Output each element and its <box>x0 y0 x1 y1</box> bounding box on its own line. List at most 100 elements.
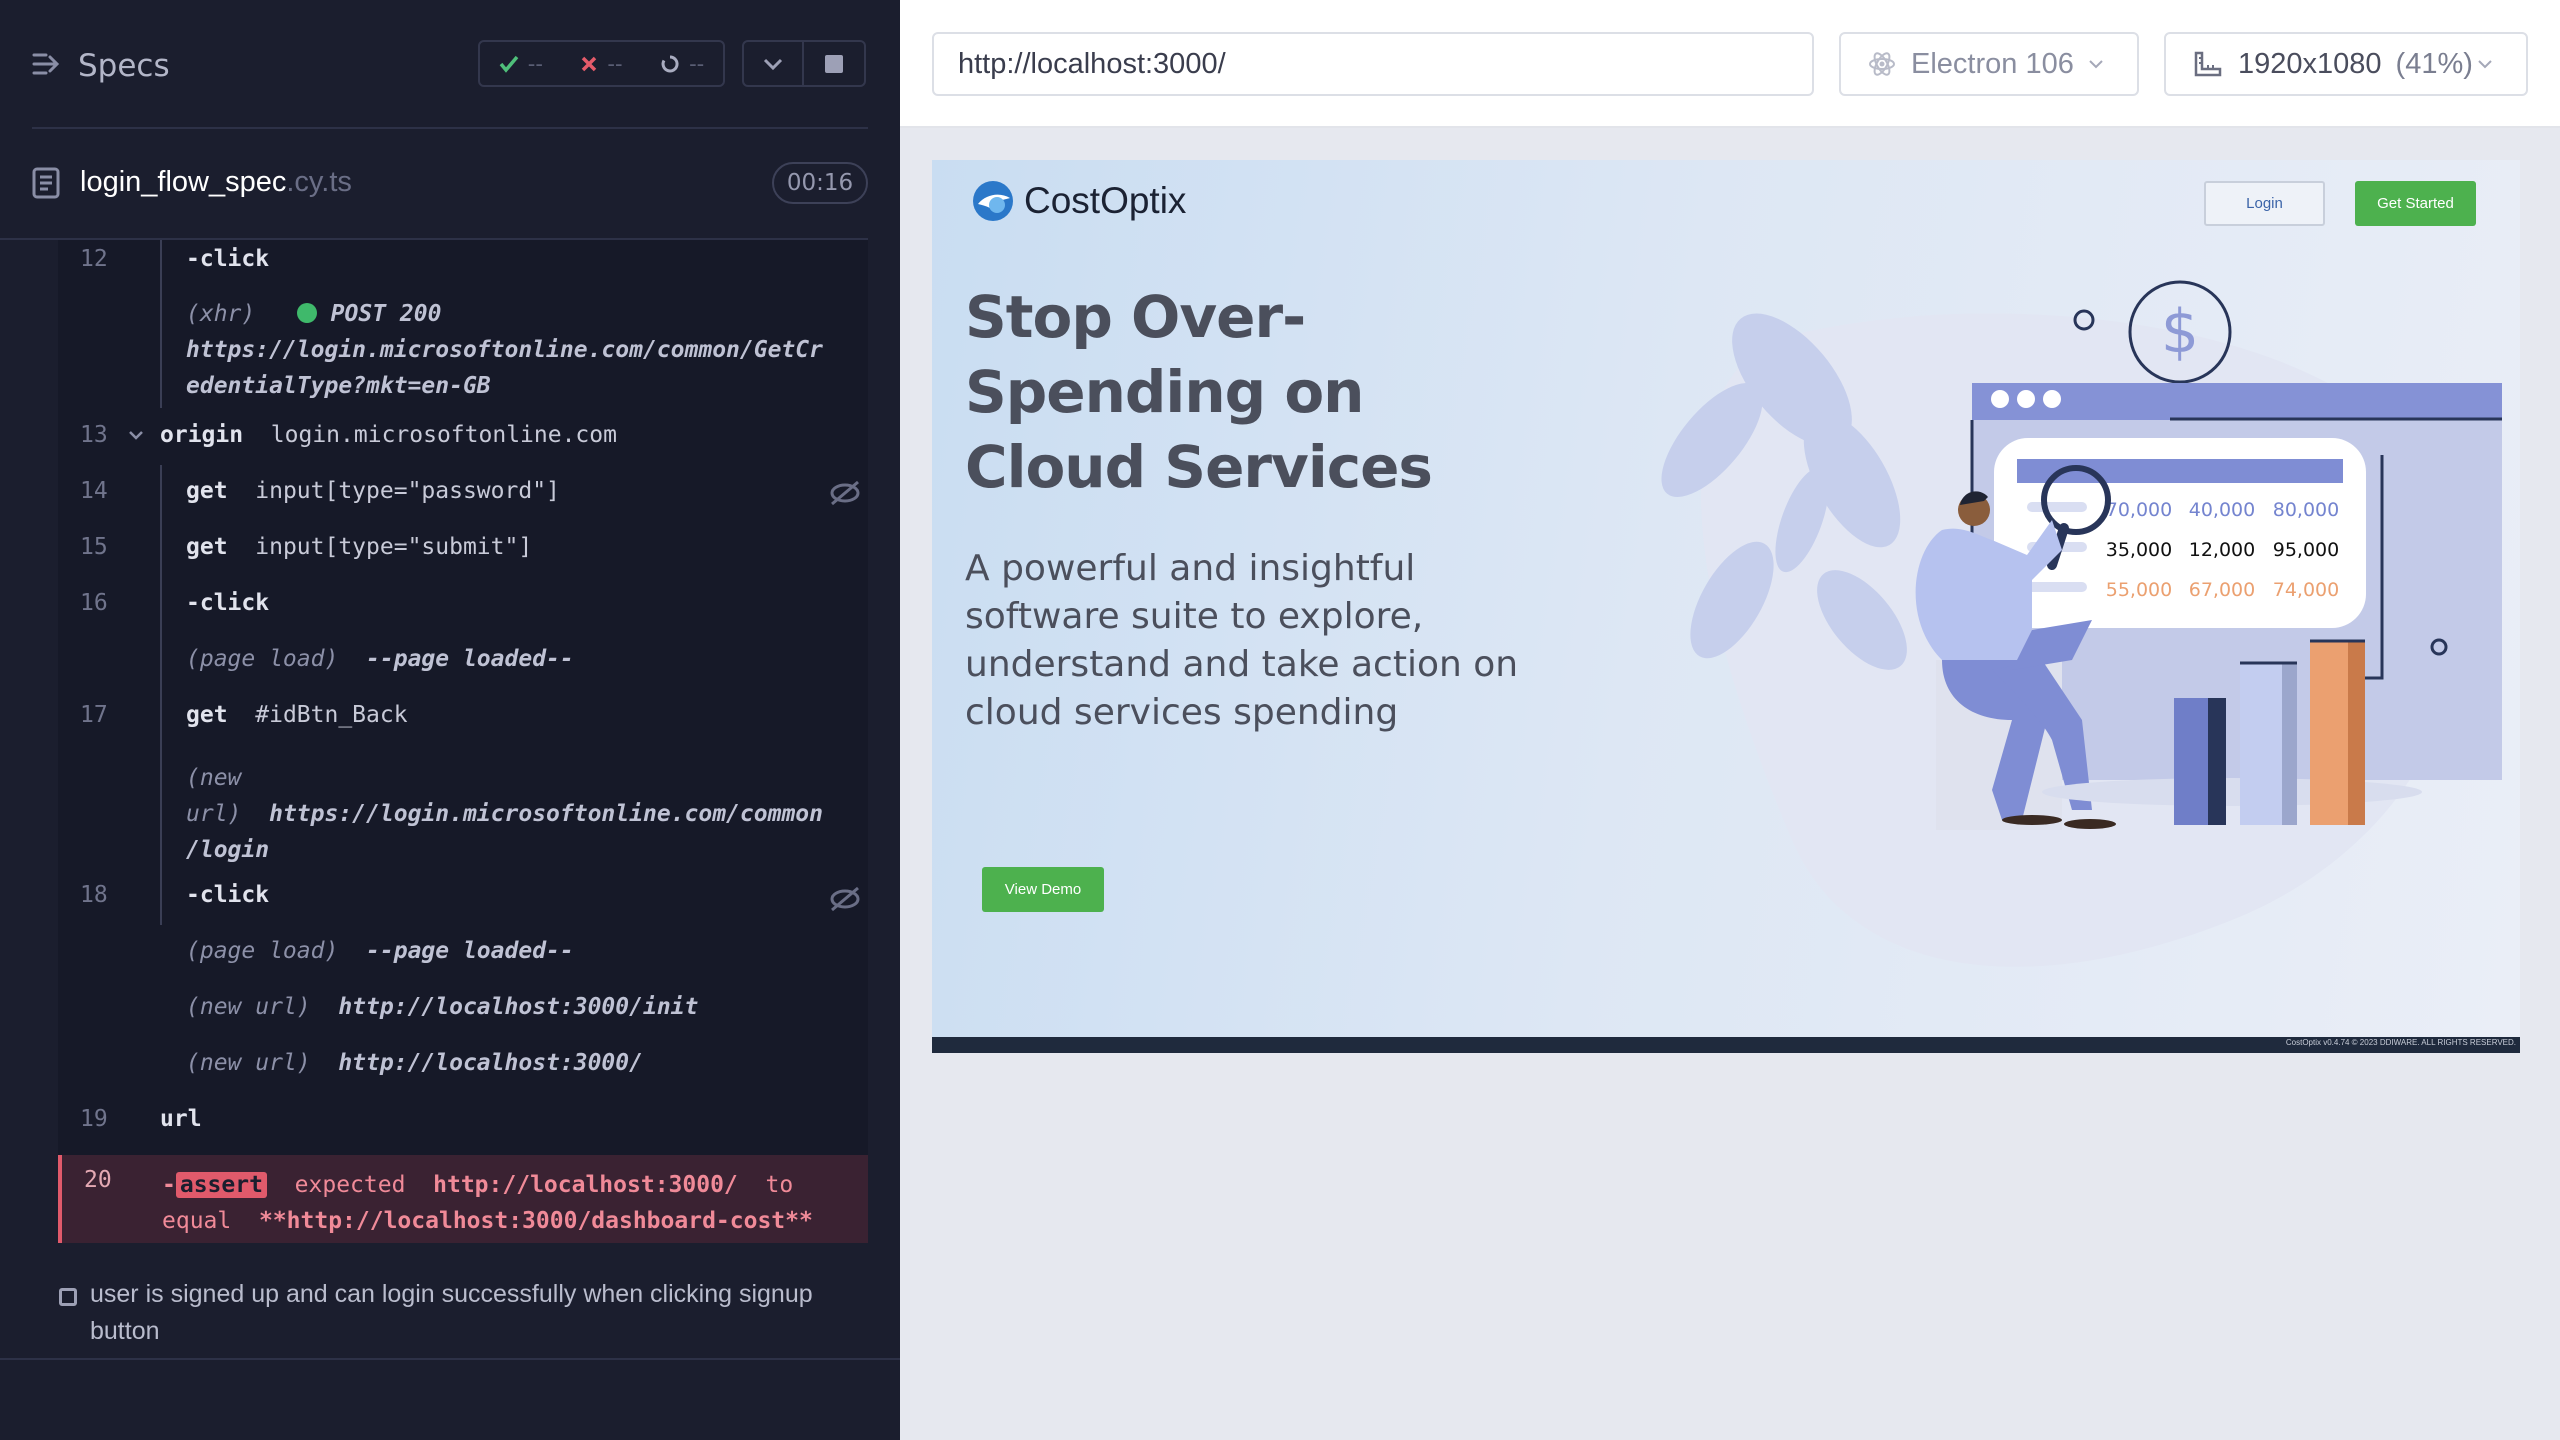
pending-stat: -- <box>660 52 704 76</box>
event-text: --page loaded-- <box>366 646 574 672</box>
cost-value: 40,000 <box>2189 499 2255 521</box>
command-row[interactable]: 17 get #idBtn_Back <box>58 702 868 738</box>
failed-count: -- <box>607 51 623 76</box>
assert-dash: - <box>162 1172 176 1198</box>
command-arg: input[type="password"] <box>255 478 560 504</box>
event-label: (new url) <box>186 994 311 1020</box>
hero-title: Stop Over-Spending on Cloud Services <box>965 283 1433 501</box>
event-url: http://localhost:3000/init <box>338 994 699 1020</box>
eye-slash-icon[interactable] <box>828 884 862 914</box>
cost-value: 35,000 <box>2106 539 2172 561</box>
viewport-selector[interactable]: 1920x1080 (41%) <box>2164 32 2528 96</box>
xhr-status: POST 200 <box>330 301 442 327</box>
get-label: get <box>186 702 228 728</box>
command-row[interactable]: 16 -click <box>58 590 868 626</box>
line-number: 13 <box>80 422 108 448</box>
pending-count: -- <box>689 51 705 76</box>
url-bar[interactable]: http://localhost:3000/ <box>932 32 1814 96</box>
command-row[interactable]: (new url) http://localhost:3000/init <box>58 994 868 1030</box>
chevron-down-icon[interactable] <box>128 430 144 442</box>
event-url-cont: /login <box>186 837 270 863</box>
command-name: get input[type="password"] <box>186 478 560 504</box>
xhr-url: https://login.microsoftonline.com/common… <box>186 337 823 363</box>
status-dot-icon <box>296 303 317 323</box>
footer-text: CostOptix v0.4.74 © 2023 DDIWARE. ALL RI… <box>2285 1038 2516 1047</box>
browser-toolbar: http://localhost:3000/ Electron 106 1920… <box>900 0 2560 128</box>
spec-duration: 00:16 <box>772 162 868 204</box>
command-row[interactable]: 15 get input[type="submit"] <box>58 534 868 570</box>
viewport-zoom: (41%) <box>2395 47 2473 80</box>
view-demo-button[interactable]: View Demo <box>982 867 1104 912</box>
logo-text: CostOptix <box>1024 180 1187 221</box>
assert-message: - assert expected http://localhost:3000/ … <box>162 1167 862 1239</box>
command-row[interactable]: 19 url <box>58 1106 868 1142</box>
command-arg: #idBtn_Back <box>255 702 408 728</box>
specs-list-icon[interactable] <box>32 50 62 82</box>
cost-value: 80,000 <box>2273 499 2339 521</box>
app-preview: CostOptix Login Get Started Stop Over-Sp… <box>932 160 2520 1053</box>
command-row[interactable]: 18 -click <box>58 882 868 918</box>
divider <box>32 127 868 129</box>
line-number: 15 <box>80 534 108 560</box>
command-name: -click <box>186 882 270 908</box>
costoptix-logo-icon <box>973 181 1013 221</box>
cost-value: 95,000 <box>2273 539 2339 561</box>
event-url: http://localhost:3000/ <box>338 1050 643 1076</box>
spec-file-basename: login_flow_spec <box>80 166 287 198</box>
eye-slash-icon[interactable] <box>828 478 862 508</box>
browser-name: Electron 106 <box>1911 47 2074 80</box>
get-label: get <box>186 534 228 560</box>
line-number: 14 <box>80 478 108 504</box>
line-number: 12 <box>80 246 108 272</box>
event-label: (page load) <box>186 646 339 672</box>
xhr-label: (xhr) <box>186 301 256 327</box>
electron-icon <box>1869 52 1895 76</box>
command-row[interactable]: (page load) --page loaded-- <box>58 646 868 682</box>
svg-text:$: $ <box>2161 297 2199 367</box>
event-text: --page loaded-- <box>366 938 574 964</box>
command-row[interactable]: 12 -click <box>58 246 868 280</box>
assert-error-row[interactable]: 20 - assert expected http://localhost:300… <box>58 1155 868 1243</box>
test-title: user is signed up and can login successf… <box>90 1280 813 1345</box>
test-stats: -- -- -- <box>478 40 725 87</box>
chevron-down-icon <box>2089 60 2103 69</box>
runner-panel: Specs -- -- -- login_flow_spec.cy.ts 00:… <box>0 0 900 1440</box>
line-number: 18 <box>80 882 108 908</box>
stop-icon <box>825 54 843 73</box>
divider <box>0 1358 900 1360</box>
test-item[interactable]: user is signed up and can login successf… <box>0 1270 900 1360</box>
command-row[interactable]: (new url) https://login.microsoftonline.… <box>58 760 868 863</box>
page-load-event: (page load) --page loaded-- <box>186 938 574 964</box>
new-url-event: (new url) http://localhost:3000/init <box>186 994 698 1020</box>
command-name: url <box>160 1106 202 1132</box>
command-row[interactable]: 13 origin login.microsoftonline.com <box>58 422 868 458</box>
document-icon <box>32 167 60 203</box>
command-arg: input[type="submit"] <box>255 534 533 560</box>
assert-expected-label: expected <box>294 1172 406 1198</box>
test-status-icon <box>59 1288 77 1306</box>
command-row[interactable]: (xhr) POST 200 https://login.microsofton… <box>58 296 868 406</box>
command-name: origin login.microsoftonline.com <box>160 422 617 448</box>
origin-label: origin <box>160 422 244 448</box>
command-row[interactable]: (new url) http://localhost:3000/ <box>58 1050 868 1086</box>
assert-target: **http://localhost:3000/dashboard-cost** <box>258 1208 813 1234</box>
auto-scroll-button[interactable] <box>742 40 804 87</box>
cost-table: 70,000 40,000 80,000 35,000 12,000 95,000 55,0… <box>2106 499 2339 601</box>
assert-to-label: to <box>765 1172 794 1198</box>
command-row[interactable]: 14 get input[type="password"] <box>58 478 868 514</box>
spec-file-name: login_flow_spec.cy.ts <box>80 166 352 199</box>
line-number: 20 <box>84 1167 112 1193</box>
specs-title[interactable]: Specs <box>78 48 170 84</box>
browser-selector[interactable]: Electron 106 <box>1839 32 2139 96</box>
command-name: -click <box>186 246 270 272</box>
hero-subtitle: A powerful and insightful software suite… <box>965 548 1519 733</box>
command-row[interactable]: (page load) --page loaded-- <box>58 938 868 974</box>
cost-value: 70,000 <box>2106 499 2172 521</box>
event-label: url) <box>186 801 242 827</box>
stop-button[interactable] <box>804 40 866 87</box>
line-number: 17 <box>80 702 108 728</box>
passed-count: -- <box>527 51 543 76</box>
app-logo[interactable]: CostOptix <box>972 180 1186 222</box>
get-label: get <box>186 478 228 504</box>
cost-value: 74,000 <box>2273 579 2339 601</box>
